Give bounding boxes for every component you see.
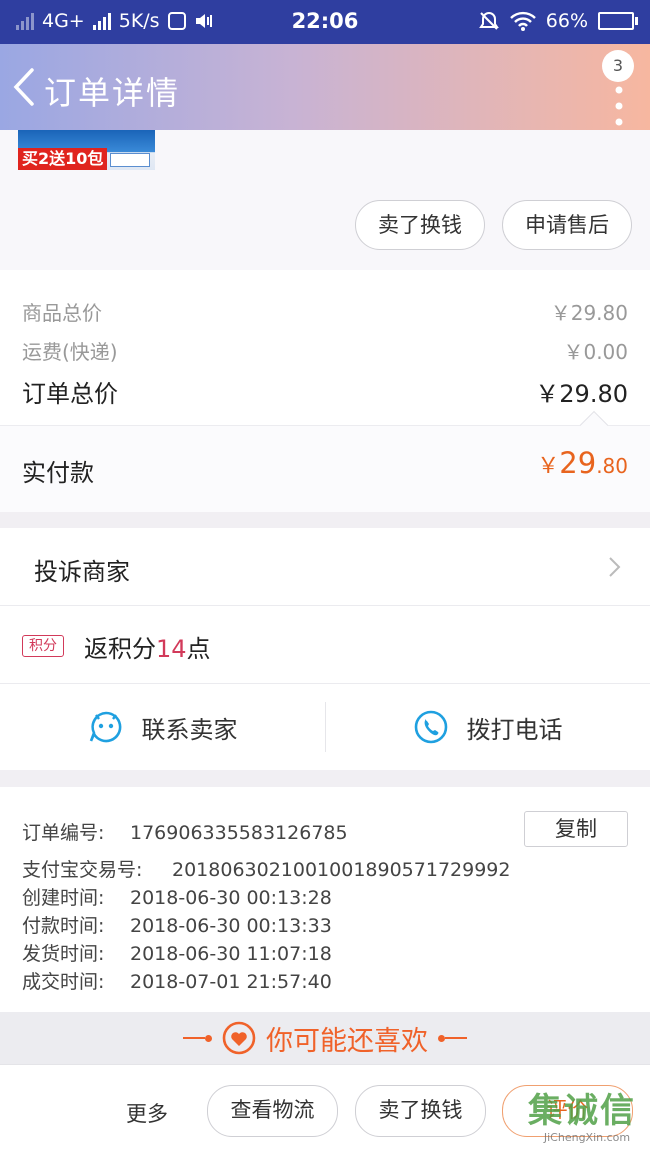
contact-row: 联系卖家 拨打电话: [0, 684, 650, 770]
recommend-banner: 你可能还喜欢: [0, 1012, 650, 1064]
closed-time-label: 成交时间:: [22, 971, 105, 993]
points-value: 14: [156, 635, 187, 663]
points-prefix: 返积分: [84, 635, 156, 663]
call-phone-button[interactable]: 拨打电话: [325, 684, 650, 770]
promo-label: 买2送10包: [18, 148, 108, 170]
points-suffix: 点: [186, 635, 211, 663]
battery-percent: 66%: [545, 10, 588, 32]
site-watermark: 集诚信 JiChengXin.com: [528, 1091, 646, 1153]
shipping-row: 运费(快递) ￥0.00: [22, 336, 628, 365]
phone-icon: [414, 710, 447, 744]
chat-bubble-icon: [89, 711, 121, 743]
product-box-image: [110, 153, 150, 167]
shipping-label: 运费(快递): [22, 340, 118, 364]
goods-total-label: 商品总价: [22, 301, 102, 325]
shipping-value: ￥0.00: [563, 340, 628, 364]
copy-order-number-button[interactable]: 复制: [524, 811, 628, 847]
goods-total-value: ￥29.80: [550, 301, 628, 325]
page-title: 订单详情: [44, 74, 181, 112]
order-total-row: 订单总价 ￥29.80: [22, 374, 628, 409]
created-time-label: 创建时间:: [22, 887, 105, 909]
complain-seller-row[interactable]: 投诉商家: [0, 528, 650, 606]
points-text: 返积分14点: [84, 629, 211, 664]
alarm-off-icon: [478, 11, 499, 30]
status-right: 66%: [478, 10, 638, 32]
created-time-value: 2018-06-30 00:13:28: [130, 887, 332, 909]
paid-amount: ￥29.80: [537, 446, 628, 480]
shipped-time-line: 发货时间: 2018-06-30 11:07:18: [22, 939, 332, 966]
paid-decimal: .80: [596, 454, 628, 478]
contact-seller-button[interactable]: 联系卖家: [0, 684, 325, 770]
status-bar: 4G+ 5K/s 22:06 66%: [0, 0, 650, 44]
alipay-number-label: 支付宝交易号:: [22, 859, 143, 881]
heart-circle-icon: [222, 1021, 256, 1055]
complain-seller-label: 投诉商家: [34, 558, 130, 586]
product-section: 买2送10包 卖了换钱 申请售后: [0, 130, 650, 270]
closed-time-value: 2018-07-01 21:57:40: [130, 971, 332, 993]
title-bar: 订单详情 3: [0, 44, 650, 130]
back-arrow-icon[interactable]: [10, 66, 40, 108]
banner-right-dash: [438, 1034, 467, 1042]
recommend-title: 你可能还喜欢: [266, 1025, 428, 1057]
points-row: 积分 返积分14点: [0, 606, 650, 684]
alipay-number-value: 2018063021001001890571729992: [172, 859, 511, 881]
paid-amount-row: 实付款 ￥29.80: [0, 425, 650, 512]
watermark-url: JiChengXin.com: [543, 1131, 631, 1144]
points-tag: 积分: [22, 635, 64, 657]
sell-for-cash-bottom-button[interactable]: 卖了换钱: [355, 1085, 486, 1137]
contact-seller-label: 联系卖家: [141, 715, 238, 744]
paid-label: 实付款: [22, 459, 94, 487]
created-time-line: 创建时间: 2018-06-30 00:13:28: [22, 883, 332, 910]
alipay-number-line: 支付宝交易号: 2018063021001001890571729992: [22, 855, 510, 882]
wifi-icon: [509, 11, 536, 31]
order-number-line: 订单编号: 176906335583126785: [22, 818, 348, 845]
action-list: 投诉商家 积分 返积分14点 联系卖家 拨打电话: [0, 528, 650, 770]
product-thumbnail[interactable]: 买2送10包: [18, 130, 155, 170]
order-number-label: 订单编号:: [22, 822, 105, 844]
order-number-value: 176906335583126785: [130, 822, 348, 844]
order-total-label: 订单总价: [22, 380, 118, 408]
order-info: 订单编号: 176906335583126785 复制 支付宝交易号: 201806…: [0, 787, 650, 1012]
shipped-time-label: 发货时间:: [22, 943, 105, 965]
banner-left-dash: [183, 1034, 212, 1042]
closed-time-line: 成交时间: 2018-07-01 21:57:40: [22, 967, 332, 994]
after-sales-button[interactable]: 申请售后: [502, 200, 632, 250]
sell-for-cash-button[interactable]: 卖了换钱: [355, 200, 485, 250]
goods-total-row: 商品总价 ￥29.80: [22, 297, 628, 326]
paid-time-label: 付款时间:: [22, 915, 105, 937]
price-summary: 商品总价 ￥29.80 运费(快递) ￥0.00 订单总价 ￥29.80 实付款…: [0, 270, 650, 512]
paid-currency: ￥: [537, 454, 560, 479]
more-actions-link[interactable]: 更多: [126, 1098, 168, 1128]
watermark-logo-text: 集诚信: [528, 1091, 636, 1131]
chevron-right-icon: [609, 557, 621, 577]
message-count-badge[interactable]: 3: [602, 50, 634, 82]
shipped-time-value: 2018-06-30 11:07:18: [130, 943, 332, 965]
paid-integer: 29: [559, 446, 597, 480]
order-total-value: ￥29.80: [535, 380, 628, 408]
battery-icon: [598, 12, 638, 30]
call-phone-label: 拨打电话: [466, 715, 563, 744]
view-logistics-button[interactable]: 查看物流: [207, 1085, 338, 1137]
paid-time-line: 付款时间: 2018-06-30 00:13:33: [22, 911, 332, 938]
paid-time-value: 2018-06-30 00:13:33: [130, 915, 332, 937]
more-vertical-icon[interactable]: [614, 84, 624, 128]
